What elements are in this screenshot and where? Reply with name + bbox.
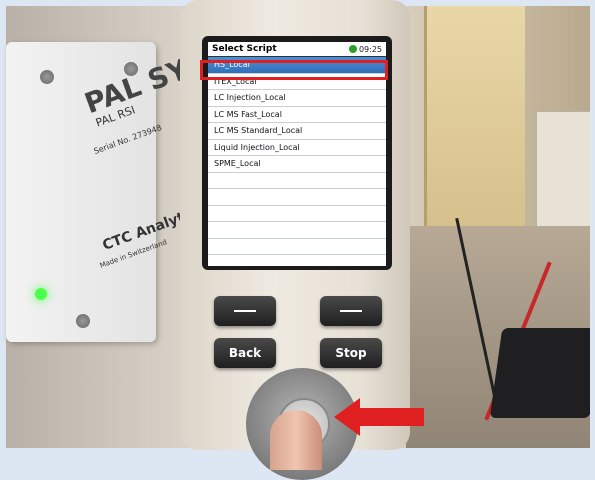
script-item[interactable]	[208, 172, 386, 189]
script-item[interactable]	[208, 205, 386, 222]
script-item[interactable]	[208, 189, 386, 206]
back-button[interactable]: Back	[214, 338, 276, 368]
stop-button[interactable]: Stop	[320, 338, 382, 368]
script-item[interactable]	[208, 222, 386, 239]
left-arrow-icon	[334, 398, 424, 436]
status-led-icon	[35, 288, 47, 300]
script-item[interactable]: Liquid Injection_Local	[208, 139, 386, 156]
clock: 09:25	[348, 44, 382, 54]
clock-icon	[348, 45, 357, 53]
script-list: HS_Local ITEX_Local LC Injection_Local LC M…	[208, 57, 386, 266]
script-item[interactable]: LC Injection_Local	[208, 90, 386, 107]
power-supply	[489, 328, 590, 418]
finger	[270, 410, 322, 470]
wooden-door	[424, 6, 525, 226]
script-item[interactable]	[208, 255, 386, 266]
screen-header: Select Script 09:25	[208, 42, 386, 57]
softkey-right-button[interactable]	[320, 296, 382, 326]
selection-highlight	[200, 60, 388, 80]
script-item[interactable]: LC MS Standard_Local	[208, 123, 386, 140]
script-item[interactable]: LC MS Fast_Local	[208, 106, 386, 123]
lab-cabinet	[536, 111, 590, 233]
softkey-left-button[interactable]	[214, 296, 276, 326]
screw-icon	[40, 70, 54, 84]
clock-time: 09:25	[358, 44, 382, 54]
script-item[interactable]	[208, 238, 386, 255]
dash-icon	[234, 310, 256, 312]
dash-icon	[340, 310, 362, 312]
screw-icon	[76, 314, 90, 328]
screen-title: Select Script	[212, 44, 277, 54]
script-item[interactable]: SPME_Local	[208, 156, 386, 173]
